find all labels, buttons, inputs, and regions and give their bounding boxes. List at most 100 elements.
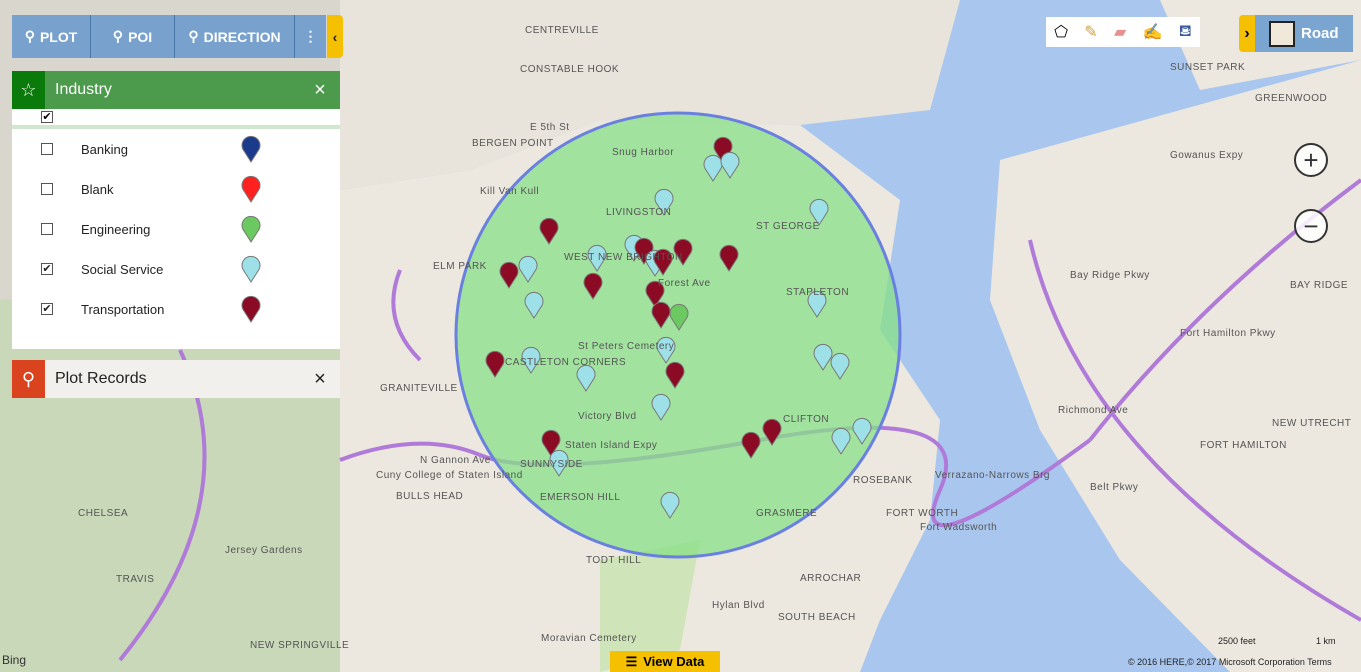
fill-icon[interactable]: ⛾ bbox=[1179, 22, 1192, 42]
table-icon: ☰ bbox=[625, 653, 638, 669]
map-label: FORT WORTH bbox=[886, 508, 959, 519]
view-data-button[interactable]: ☰ View Data bbox=[610, 651, 720, 672]
map-pin-icon bbox=[241, 215, 261, 243]
map-label: Victory Blvd bbox=[578, 411, 637, 422]
pin-icon: ⚲ bbox=[12, 360, 45, 398]
map-type-control: › Road bbox=[1239, 15, 1353, 52]
map-label: Belt Pkwy bbox=[1090, 482, 1139, 493]
zoom-in-button[interactable]: + bbox=[1294, 143, 1328, 177]
map-label: FORT HAMILTON bbox=[1200, 440, 1287, 451]
map-label: Moravian Cemetery bbox=[541, 633, 637, 644]
plot-records-header: ⚲ Plot Records × bbox=[12, 360, 340, 398]
map-label: Hylan Blvd bbox=[712, 600, 765, 611]
map-label: CASTLETON CORNERS bbox=[505, 357, 627, 368]
collapse-toolbar-button[interactable]: ‹ bbox=[327, 15, 343, 58]
industry-panel-title: Industry bbox=[55, 81, 112, 98]
map-label: BERGEN POINT bbox=[472, 138, 554, 149]
vertical-ellipsis-icon: ⋮ bbox=[303, 28, 318, 44]
map-label: E 5th St bbox=[530, 122, 570, 133]
map-label: STAPLETON bbox=[786, 287, 850, 298]
industry-checkbox[interactable]: ✔ bbox=[41, 303, 53, 315]
map-label: NEW SPRINGVILLE bbox=[250, 640, 350, 651]
map-label: BULLS HEAD bbox=[396, 491, 464, 502]
map-label: SUNSET PARK bbox=[1170, 62, 1246, 73]
close-icon[interactable]: × bbox=[300, 368, 340, 391]
industry-item[interactable]: ✔ Transportation bbox=[12, 289, 340, 329]
road-map-icon bbox=[1269, 20, 1295, 47]
map-label: CHELSEA bbox=[78, 508, 129, 519]
industry-item[interactable]: Banking bbox=[12, 129, 340, 169]
map-label: ROSEBANK bbox=[853, 475, 913, 486]
chevron-left-icon: ‹ bbox=[332, 28, 338, 45]
plot-records-panel: ⚲ Plot Records × bbox=[12, 360, 340, 398]
map-label: Cuny College of Staten Island bbox=[376, 470, 523, 481]
map-pin-icon bbox=[241, 135, 261, 163]
map-label: SOUTH BEACH bbox=[778, 612, 856, 623]
road-map-button[interactable]: Road bbox=[1255, 15, 1353, 52]
industry-item[interactable]: ✔ Social Service bbox=[12, 249, 340, 289]
map-label: Gowanus Expy bbox=[1170, 150, 1244, 161]
industry-label: Blank bbox=[81, 181, 114, 197]
industry-label: Transportation bbox=[81, 301, 165, 317]
industry-label: Engineering bbox=[81, 221, 151, 237]
bing-logo: Bing bbox=[2, 653, 27, 667]
pencil-icon[interactable]: ✎ bbox=[1084, 22, 1097, 42]
direction-button[interactable]: ⚲ DIRECTION bbox=[175, 15, 295, 58]
map-label: BAY RIDGE bbox=[1290, 280, 1349, 291]
map-label: Fort Hamilton Pkwy bbox=[1180, 328, 1276, 339]
zoom-out-button[interactable]: − bbox=[1294, 209, 1328, 243]
chevron-right-icon: › bbox=[1244, 24, 1250, 42]
map-label: CLIFTON bbox=[783, 414, 830, 425]
drawing-toolbar: ⬠ ✎ ▰ ✍ ⛾ bbox=[1046, 17, 1200, 47]
eraser-icon[interactable]: ▰ bbox=[1114, 22, 1126, 42]
map-label: Verrazano-Narrows Brg bbox=[935, 470, 1050, 481]
star-icon: ☆ bbox=[12, 71, 45, 109]
map-label: Fort Wadsworth bbox=[920, 522, 998, 533]
industry-item[interactable]: Blank bbox=[12, 169, 340, 209]
copyright: © 2016 HERE,© 2017 Microsoft Corporation… bbox=[1128, 657, 1332, 667]
more-button[interactable]: ⋮ bbox=[295, 15, 326, 58]
polygon-icon[interactable]: ⬠ bbox=[1054, 22, 1068, 42]
poi-button[interactable]: ⚲ POI bbox=[91, 15, 175, 58]
map-label: N Gannon Ave bbox=[420, 455, 491, 466]
pin-icon: ⚲ bbox=[24, 28, 35, 44]
map-label: Snug Harbor bbox=[612, 147, 675, 158]
industry-checkbox[interactable] bbox=[41, 223, 53, 235]
map-pin-icon bbox=[241, 295, 261, 323]
plot-button[interactable]: ⚲ PLOT bbox=[12, 15, 91, 58]
scale-km: 1 km bbox=[1316, 636, 1336, 646]
map-label: ST GEORGE bbox=[756, 221, 820, 232]
scale-feet: 2500 feet bbox=[1218, 636, 1256, 646]
map-label: TRAVIS bbox=[116, 574, 155, 585]
close-icon[interactable]: × bbox=[300, 79, 340, 102]
map-label: WEST NEW BRIGHTON bbox=[564, 252, 683, 263]
map-label: LIVINGSTON bbox=[606, 207, 672, 218]
map-label: St Peters Cemetery bbox=[578, 341, 675, 352]
edit-style-icon[interactable]: ✍ bbox=[1143, 22, 1163, 42]
map-label: EMERSON HILL bbox=[540, 492, 621, 503]
main-toolbar: ⚲ PLOT ⚲ POI ⚲ DIRECTION ⋮ bbox=[12, 15, 326, 58]
map-label: GRASMERE bbox=[756, 508, 818, 519]
map-label: ARROCHAR bbox=[800, 573, 862, 584]
industry-panel-header: ☆ Industry × bbox=[12, 71, 340, 109]
industry-panel: ☆ Industry × ✔ Banking Blank Engineering ✔ S… bbox=[12, 71, 340, 349]
industry-checkbox[interactable]: ✔ bbox=[41, 263, 53, 275]
route-icon: ⚲ bbox=[188, 28, 199, 44]
plot-records-title: Plot Records bbox=[55, 370, 147, 387]
industry-checkbox[interactable] bbox=[41, 183, 53, 195]
person-pin-icon: ⚲ bbox=[112, 28, 124, 44]
industry-list: Banking Blank Engineering ✔ Social Service ✔ T… bbox=[12, 129, 340, 329]
industry-checkbox[interactable] bbox=[41, 143, 53, 155]
select-all-checkbox[interactable]: ✔ bbox=[41, 111, 53, 123]
map-label: TODT HILL bbox=[586, 555, 642, 566]
industry-label: Banking bbox=[81, 141, 128, 157]
map-label: Jersey Gardens bbox=[225, 545, 303, 556]
map-label: Kill Van Kull bbox=[480, 186, 540, 197]
map-label: Bay Ridge Pkwy bbox=[1070, 270, 1150, 281]
industry-item[interactable]: Engineering bbox=[12, 209, 340, 249]
expand-map-type-button[interactable]: › bbox=[1239, 15, 1255, 52]
map-label: ELM PARK bbox=[433, 261, 487, 272]
map-pin-icon bbox=[241, 175, 261, 203]
industry-label: Social Service bbox=[81, 261, 164, 277]
map-label: GREENWOOD bbox=[1255, 93, 1328, 104]
